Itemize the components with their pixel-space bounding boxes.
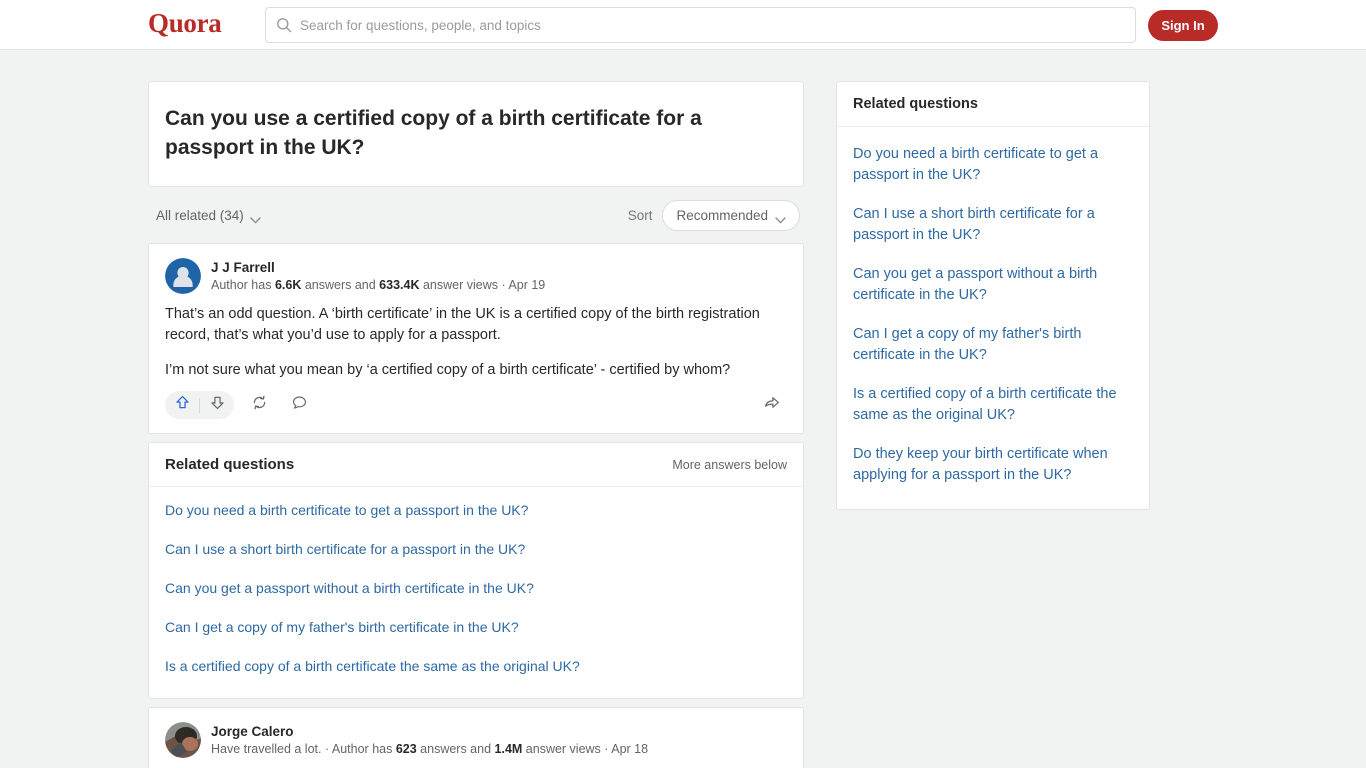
main-column: Can you use a certified copy of a birth … [148, 81, 804, 768]
list-item[interactable]: Can I get a copy of my father's birth ce… [853, 315, 1133, 375]
site-header: Quora Sign In [0, 0, 1366, 50]
downvote-icon [209, 394, 226, 416]
list-item[interactable]: Do you need a birth certificate to get a… [165, 491, 787, 530]
author-meta: Have travelled a lot. · Author has 623 a… [211, 741, 648, 758]
author-name[interactable]: J J Farrell [211, 259, 545, 276]
downvote-button[interactable] [200, 391, 234, 419]
author-row[interactable]: J J Farrell Author has 6.6K answers and … [165, 258, 787, 294]
answer-card: J J Farrell Author has 6.6K answers and … [148, 243, 804, 434]
quora-logo[interactable]: Quora [148, 8, 222, 39]
search-icon [276, 17, 292, 33]
related-questions-header: Related questions More answers below [149, 443, 803, 487]
meta-answers-count: 623 [395, 741, 417, 756]
list-item[interactable]: Can you get a passport without a birth c… [165, 569, 787, 608]
vote-pill [165, 391, 234, 419]
answer-paragraph: I’m not sure what you mean by ‘a certifi… [165, 362, 731, 378]
author-info: Jorge Calero Have travelled a lot. · Aut… [211, 723, 648, 758]
author-row[interactable]: Jorge Calero Have travelled a lot. · Aut… [165, 722, 787, 758]
sort-value: Recommended [676, 207, 768, 223]
meta-prefix: Author has [211, 277, 275, 292]
meta-views-count: 633.4K [379, 277, 420, 292]
avatar[interactable] [165, 722, 201, 758]
meta-prefix: Have travelled a lot. · Author has [211, 741, 396, 756]
answer-paragraph: That’s an odd question. A ‘birth certifi… [165, 306, 760, 343]
author-info: J J Farrell Author has 6.6K answers and … [211, 259, 545, 294]
repost-icon [251, 394, 268, 416]
comment-button[interactable] [284, 391, 314, 419]
sort-dropdown[interactable]: Recommended [662, 199, 800, 231]
more-answers-below-label: More answers below [672, 457, 787, 472]
sort-label: Sort [627, 207, 653, 223]
list-item[interactable]: Do they keep your birth certificate when… [853, 435, 1133, 495]
sign-in-button[interactable]: Sign In [1148, 10, 1218, 41]
upvote-button[interactable] [165, 391, 199, 419]
list-item[interactable]: Can I get a copy of my father's birth ce… [165, 608, 787, 647]
author-name[interactable]: Jorge Calero [211, 723, 648, 740]
list-item[interactable]: Is a certified copy of a birth certifica… [165, 647, 787, 686]
list-item[interactable]: Can I use a short birth certificate for … [853, 195, 1133, 255]
list-item[interactable]: Is a certified copy of a birth certifica… [853, 375, 1133, 435]
repost-button[interactable] [244, 391, 274, 419]
sidebar-related-questions-title: Related questions [837, 82, 1149, 127]
all-related-filter[interactable]: All related (34) [156, 207, 261, 224]
search-bar[interactable] [265, 7, 1136, 43]
list-item[interactable]: Can I use a short birth certificate for … [165, 530, 787, 569]
avatar[interactable] [165, 258, 201, 294]
meta-mid: answers and [416, 741, 495, 756]
meta-suffix: answer views · Apr 18 [522, 741, 649, 756]
list-item[interactable]: Do you need a birth certificate to get a… [853, 135, 1133, 195]
meta-suffix: answer views · Apr 19 [419, 277, 546, 292]
sidebar-related-questions-card: Related questions Do you need a birth ce… [836, 81, 1150, 510]
page-body: Can you use a certified copy of a birth … [0, 50, 1366, 768]
sidebar: Related questions Do you need a birth ce… [836, 81, 1150, 518]
comment-icon [291, 394, 308, 416]
share-icon [763, 394, 781, 417]
answer-card: Jorge Calero Have travelled a lot. · Aut… [148, 707, 804, 768]
related-questions-card: Related questions More answers below Do … [148, 442, 804, 699]
search-input[interactable] [300, 17, 1125, 33]
page-title: Can you use a certified copy of a birth … [165, 107, 702, 159]
chevron-down-icon [250, 212, 261, 224]
related-questions-title: Related questions [165, 456, 295, 473]
sidebar-related-questions-list: Do you need a birth certificate to get a… [837, 127, 1149, 509]
answer-filter-bar: All related (34) Sort Recommended [148, 195, 804, 235]
chevron-down-icon [775, 212, 786, 224]
answer-actions [165, 381, 787, 425]
related-questions-list: Do you need a birth certificate to get a… [149, 487, 803, 698]
meta-views-count: 1.4M [494, 741, 523, 756]
meta-answers-count: 6.6K [274, 277, 302, 292]
meta-mid: answers and [301, 277, 380, 292]
upvote-icon [174, 394, 191, 416]
share-button[interactable] [757, 391, 787, 419]
author-meta: Author has 6.6K answers and 633.4K answe… [211, 277, 545, 294]
question-title-card: Can you use a certified copy of a birth … [148, 81, 804, 187]
list-item[interactable]: Can you get a passport without a birth c… [853, 255, 1133, 315]
all-related-label: All related (34) [156, 207, 244, 223]
